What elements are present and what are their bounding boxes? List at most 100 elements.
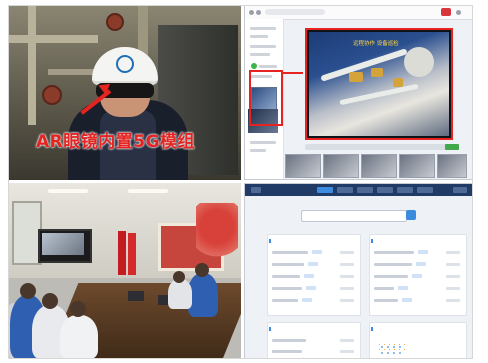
nav-icon[interactable] bbox=[249, 10, 254, 15]
ceiling-light bbox=[128, 189, 168, 193]
card-marker-icon bbox=[269, 239, 271, 243]
card-marker-icon bbox=[371, 327, 373, 331]
list-item[interactable] bbox=[272, 275, 300, 278]
tab[interactable] bbox=[417, 187, 433, 193]
attendee-head bbox=[173, 271, 185, 283]
user-menu[interactable] bbox=[453, 187, 467, 193]
valve-wheel bbox=[106, 13, 124, 31]
end-call-button[interactable] bbox=[441, 8, 451, 16]
sidebar-entry[interactable] bbox=[250, 149, 266, 152]
pipe bbox=[339, 83, 419, 106]
attendee bbox=[188, 273, 218, 317]
status-tag bbox=[418, 250, 428, 254]
menu-icon[interactable] bbox=[456, 10, 461, 15]
sidebar-entry[interactable] bbox=[250, 35, 268, 38]
snapshot-thumbnail[interactable] bbox=[399, 154, 435, 178]
panel-card bbox=[369, 234, 467, 316]
panel-card bbox=[267, 234, 361, 316]
item-meta bbox=[446, 275, 460, 278]
search-button[interactable] bbox=[406, 210, 416, 220]
address-bar[interactable] bbox=[265, 9, 325, 15]
attendee-head bbox=[20, 283, 36, 299]
sidebar-entry[interactable] bbox=[250, 141, 276, 144]
status-tag bbox=[304, 274, 314, 278]
tab[interactable] bbox=[337, 187, 353, 193]
attendee bbox=[60, 315, 98, 359]
sidebar-entry[interactable] bbox=[259, 65, 277, 68]
list-item[interactable] bbox=[272, 339, 306, 342]
valve bbox=[371, 68, 383, 77]
valve bbox=[349, 72, 363, 82]
snapshot-thumbnail[interactable] bbox=[361, 154, 397, 178]
item-meta bbox=[446, 287, 460, 290]
meeting-room-photo bbox=[8, 183, 241, 359]
item-meta bbox=[340, 251, 354, 254]
pipe bbox=[28, 5, 36, 125]
status-tag bbox=[302, 298, 312, 302]
attendee-head bbox=[42, 293, 58, 309]
status-tag bbox=[402, 298, 412, 302]
item-meta bbox=[340, 275, 354, 278]
tab[interactable] bbox=[397, 187, 413, 193]
dashboard-nav-bar bbox=[245, 184, 472, 196]
item-meta bbox=[446, 263, 460, 266]
screen-content bbox=[42, 233, 84, 255]
highlight-connector bbox=[281, 72, 303, 74]
ceiling-light bbox=[48, 189, 88, 193]
snapshot-thumbnail[interactable] bbox=[323, 154, 359, 178]
status-tag bbox=[412, 274, 422, 278]
valve bbox=[393, 78, 403, 87]
status-tag bbox=[312, 250, 322, 254]
flag bbox=[118, 231, 126, 275]
sidebar-entry[interactable] bbox=[250, 27, 276, 30]
pipe bbox=[320, 48, 408, 82]
browser-toolbar bbox=[245, 6, 472, 20]
nav-icon[interactable] bbox=[256, 10, 261, 15]
item-meta bbox=[340, 263, 354, 266]
list-item[interactable] bbox=[272, 299, 298, 302]
record-button[interactable] bbox=[445, 144, 459, 150]
flag bbox=[128, 233, 136, 275]
list-item[interactable] bbox=[374, 251, 414, 254]
item-meta bbox=[340, 299, 354, 302]
live-video-view[interactable]: 远程协作 设备巡检 bbox=[305, 28, 453, 140]
item-meta bbox=[446, 299, 460, 302]
list-item[interactable] bbox=[374, 299, 398, 302]
tab[interactable] bbox=[377, 187, 393, 193]
logo-icon bbox=[251, 187, 261, 193]
pipe bbox=[8, 35, 98, 43]
snapshot-thumbnail[interactable] bbox=[437, 154, 467, 178]
list-item[interactable] bbox=[374, 275, 408, 278]
snapshot-thumbnail[interactable] bbox=[285, 154, 321, 178]
list-item[interactable] bbox=[272, 251, 308, 254]
sidebar-entry[interactable] bbox=[250, 45, 276, 48]
tab-home[interactable] bbox=[317, 187, 333, 193]
video-overlay-text: 远程协作 设备巡检 bbox=[353, 41, 399, 47]
valve-wheel bbox=[42, 85, 62, 105]
video-controls[interactable] bbox=[305, 144, 453, 150]
pipe bbox=[48, 69, 94, 75]
attendee bbox=[168, 279, 192, 309]
tab[interactable] bbox=[357, 187, 373, 193]
search-input[interactable] bbox=[301, 210, 407, 222]
list-item[interactable] bbox=[374, 287, 394, 290]
attendee-head bbox=[70, 301, 86, 317]
item-meta bbox=[340, 339, 354, 342]
list-item[interactable] bbox=[374, 263, 412, 266]
item-meta bbox=[340, 287, 354, 290]
status-tag bbox=[306, 286, 316, 290]
status-tag bbox=[308, 262, 318, 266]
laptop bbox=[128, 291, 144, 301]
video-frame: 远程协作 设备巡检 bbox=[309, 32, 449, 136]
sidebar-entry[interactable] bbox=[250, 53, 270, 56]
gauge bbox=[404, 47, 434, 77]
attendee-head bbox=[195, 263, 209, 277]
list-item[interactable] bbox=[272, 287, 302, 290]
item-meta bbox=[446, 251, 460, 254]
list-item[interactable] bbox=[272, 350, 302, 353]
list-item[interactable] bbox=[272, 263, 304, 266]
ar-caption: AR眼镜内置5G模组 bbox=[36, 132, 196, 152]
card-marker-icon bbox=[371, 239, 373, 243]
status-tag bbox=[398, 286, 408, 290]
status-tag bbox=[416, 262, 426, 266]
